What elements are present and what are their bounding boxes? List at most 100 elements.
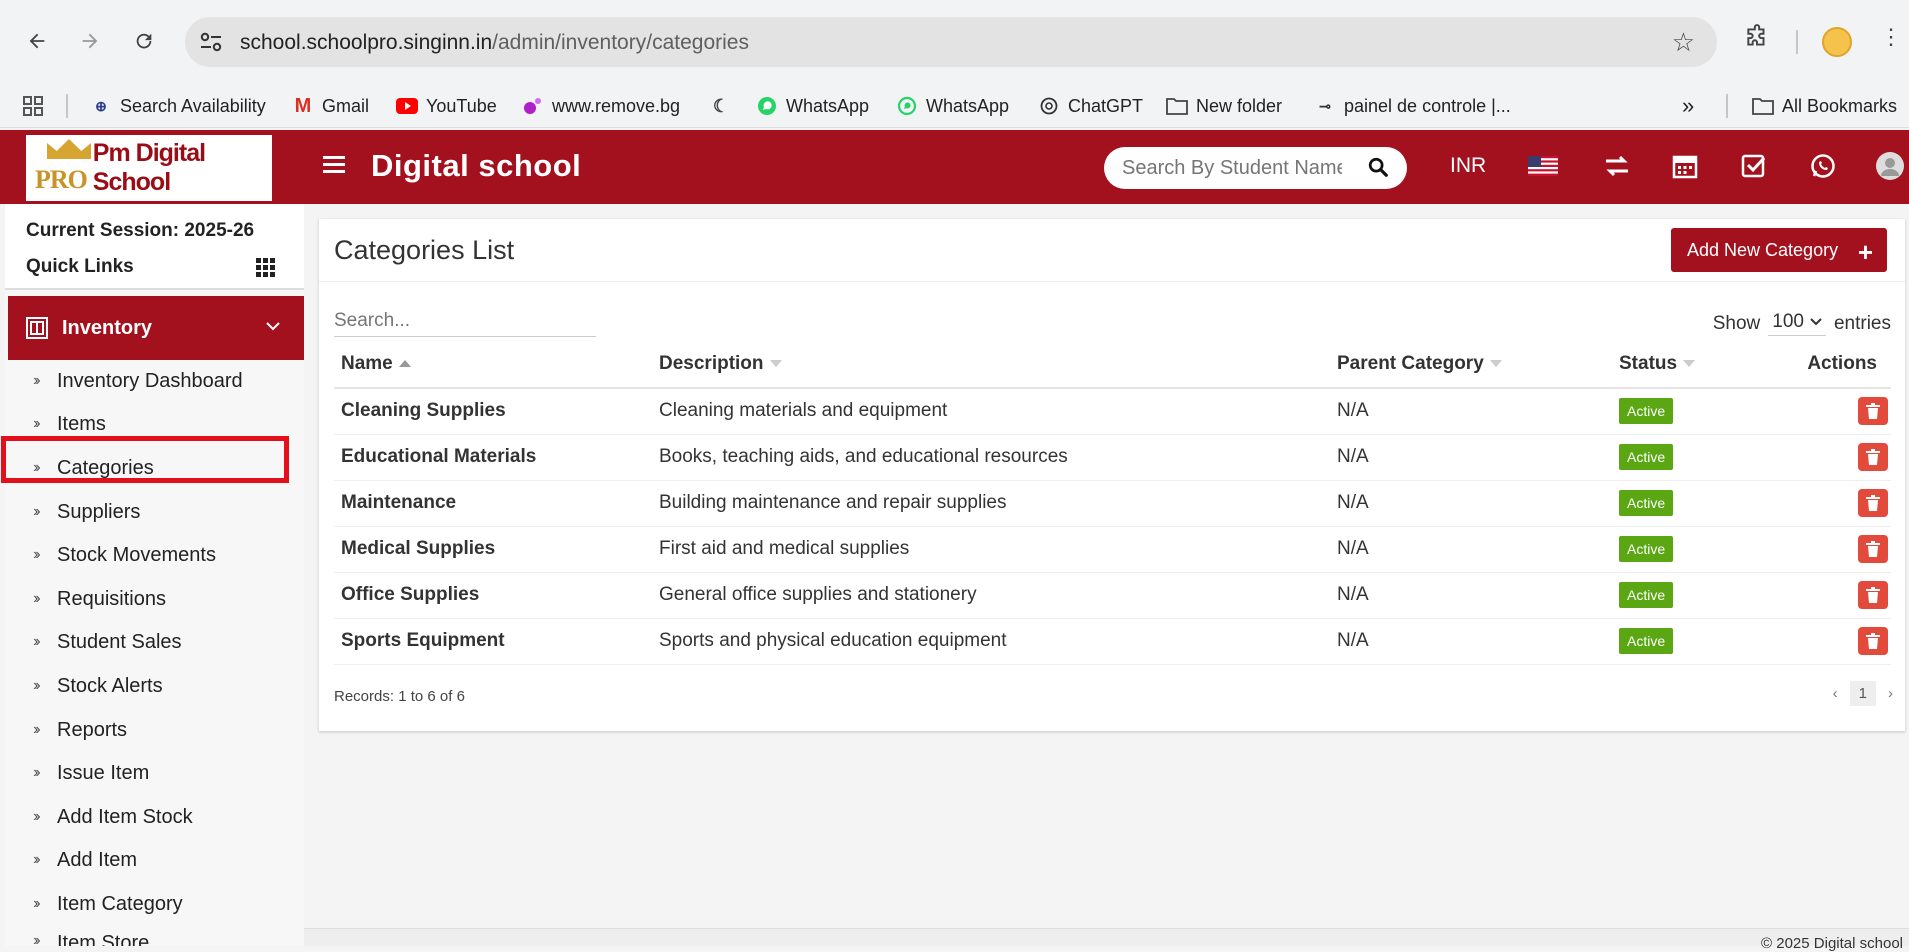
- bookmark-removebg[interactable]: www.remove.bg: [522, 84, 680, 128]
- irctc-icon: ⊕: [95, 97, 107, 114]
- category-name: Medical Supplies: [334, 526, 652, 573]
- back-icon[interactable]: [22, 26, 52, 56]
- sidebar-item-stock-alerts[interactable]: ›› Stock Alerts: [33, 671, 163, 701]
- app-header: PRO Pm Digital School Digital school INR: [0, 130, 1909, 204]
- browser-toolbar: school.schoolpro.singinn.in/admin/invent…: [0, 0, 1909, 84]
- currency-selector[interactable]: INR: [1450, 154, 1486, 178]
- categories-panel: Categories List Add New Category + Show …: [319, 219, 1905, 731]
- more-bookmarks-icon[interactable]: »: [1682, 84, 1694, 128]
- sidebar-item-suppliers[interactable]: ›› Suppliers: [33, 497, 140, 527]
- prev-page-icon[interactable]: ‹: [1833, 685, 1838, 702]
- sidebar-item-add-item-stock[interactable]: ›› Add Item Stock: [33, 802, 193, 832]
- gmail-icon: M: [294, 94, 312, 117]
- us-flag-icon[interactable]: [1527, 150, 1559, 182]
- table-row: Sports Equipment Sports and physical edu…: [334, 618, 1891, 665]
- sort-icon: [769, 360, 782, 368]
- column-header-description[interactable]: Description: [652, 341, 1330, 389]
- site-settings-icon[interactable]: [199, 31, 223, 53]
- actions-cell: [1782, 434, 1891, 481]
- table-row: Maintenance Building maintenance and rep…: [334, 480, 1891, 527]
- category-description: Building maintenance and repair supplies: [652, 480, 1330, 527]
- sidebar-section-inventory[interactable]: Inventory: [8, 296, 304, 360]
- column-header-status[interactable]: Status: [1612, 341, 1782, 389]
- extension-badge-icon[interactable]: [1822, 27, 1852, 57]
- sidebar-section-label: Inventory: [62, 317, 153, 339]
- delete-button[interactable]: [1858, 535, 1888, 563]
- quick-links[interactable]: Quick Links: [26, 256, 134, 278]
- whatsapp-icon: [756, 95, 778, 117]
- sidebar-item-item-category[interactable]: ›› Item Category: [33, 889, 183, 919]
- sidebar-item-requisitions[interactable]: ›› Requisitions: [33, 584, 166, 614]
- extensions-icon[interactable]: [1744, 24, 1770, 57]
- category-name: Office Supplies: [334, 572, 652, 619]
- sort-icon: [1489, 360, 1502, 368]
- student-search-input[interactable]: [1122, 157, 1342, 180]
- delete-button[interactable]: [1858, 489, 1888, 517]
- folder-icon: [1166, 95, 1188, 117]
- bookmark-search-availability[interactable]: ⊕ Search Availability: [90, 84, 266, 128]
- bookmark-whatsapp-2[interactable]: WhatsApp: [896, 84, 1009, 128]
- sidebar-item-student-sales[interactable]: ›› Student Sales: [33, 627, 182, 657]
- sidebar-item-issue-item[interactable]: ›› Issue Item: [33, 758, 149, 788]
- calendar-icon[interactable]: [1669, 150, 1701, 182]
- sidebar-item-items[interactable]: ›› Items: [33, 409, 106, 439]
- page-button-1[interactable]: 1: [1849, 681, 1876, 706]
- bookmark-moon[interactable]: ☾: [710, 84, 732, 128]
- delete-button[interactable]: [1858, 627, 1888, 655]
- hamburger-menu-icon[interactable]: [323, 156, 345, 174]
- student-search[interactable]: [1104, 147, 1407, 189]
- sidebar-item-item-store[interactable]: ›› Item Store: [33, 932, 149, 946]
- quick-links-grid-icon[interactable]: [256, 258, 276, 277]
- whatsapp-header-icon[interactable]: [1807, 150, 1839, 182]
- actions-cell: [1782, 480, 1891, 527]
- double-chevron-icon: ››: [33, 503, 41, 520]
- sidebar-item-add-item[interactable]: ›› Add Item: [33, 845, 137, 875]
- trash-icon: [1866, 587, 1880, 603]
- next-page-icon[interactable]: ›: [1888, 685, 1893, 702]
- all-bookmarks[interactable]: All Bookmarks: [1752, 84, 1897, 128]
- bookmark-star-icon[interactable]: ☆: [1672, 27, 1695, 58]
- bookmark-chatgpt[interactable]: ChatGPT: [1038, 84, 1143, 128]
- column-header-name[interactable]: Name: [334, 341, 652, 389]
- chevron-down-icon: [266, 318, 280, 336]
- task-check-icon[interactable]: [1738, 150, 1770, 182]
- actions-cell: [1782, 526, 1891, 573]
- address-bar[interactable]: school.schoolpro.singinn.in/admin/invent…: [185, 17, 1717, 67]
- entries-select[interactable]: 100: [1768, 311, 1826, 336]
- table-row: Cleaning Supplies Cleaning materials and…: [334, 388, 1891, 435]
- bookmark-new-folder[interactable]: New folder: [1166, 84, 1282, 128]
- bookmark-gmail[interactable]: M Gmail: [292, 84, 369, 128]
- search-icon[interactable]: [1367, 156, 1389, 178]
- table-search-input[interactable]: [334, 305, 596, 337]
- sidebar-item-stock-movements[interactable]: ›› Stock Movements: [33, 540, 216, 570]
- column-header-parent-category[interactable]: Parent Category: [1330, 341, 1612, 389]
- bookmark-whatsapp-1[interactable]: WhatsApp: [756, 84, 869, 128]
- forward-icon[interactable]: [75, 26, 105, 56]
- menu-kebab-icon[interactable]: ⋮: [1880, 24, 1902, 50]
- double-chevron-icon: ››: [33, 633, 41, 650]
- whatsapp-icon: [896, 95, 918, 117]
- sidebar-item-inventory-dashboard[interactable]: ›› Inventory Dashboard: [33, 366, 243, 396]
- folder-icon: [1752, 95, 1774, 117]
- sidebar-item-reports[interactable]: ›› Reports: [33, 715, 127, 745]
- show-label: Show: [1712, 312, 1761, 334]
- bookmark-painel[interactable]: ⊸ painel de controle |...: [1314, 84, 1511, 128]
- status-badge: Active: [1619, 398, 1674, 425]
- chatgpt-icon: [1038, 95, 1060, 117]
- apps-grid-icon[interactable]: [22, 84, 44, 128]
- category-parent: N/A: [1330, 526, 1612, 573]
- delete-button[interactable]: [1858, 443, 1888, 471]
- school-logo[interactable]: PRO Pm Digital School: [26, 135, 272, 201]
- switch-arrows-icon[interactable]: [1601, 150, 1633, 182]
- delete-button[interactable]: [1858, 581, 1888, 609]
- delete-button[interactable]: [1858, 397, 1888, 426]
- category-description: Books, teaching aids, and educational re…: [652, 434, 1330, 481]
- categories-table: Name Description Parent Category Status …: [334, 341, 1891, 665]
- bookmark-youtube[interactable]: YouTube: [396, 84, 497, 128]
- add-new-category-button[interactable]: Add New Category +: [1671, 228, 1887, 272]
- category-description: Cleaning materials and equipment: [652, 388, 1330, 435]
- reload-icon[interactable]: [129, 26, 159, 56]
- status-badge: Active: [1619, 536, 1674, 562]
- user-avatar-icon[interactable]: [1874, 150, 1906, 182]
- double-chevron-icon: ››: [33, 808, 41, 825]
